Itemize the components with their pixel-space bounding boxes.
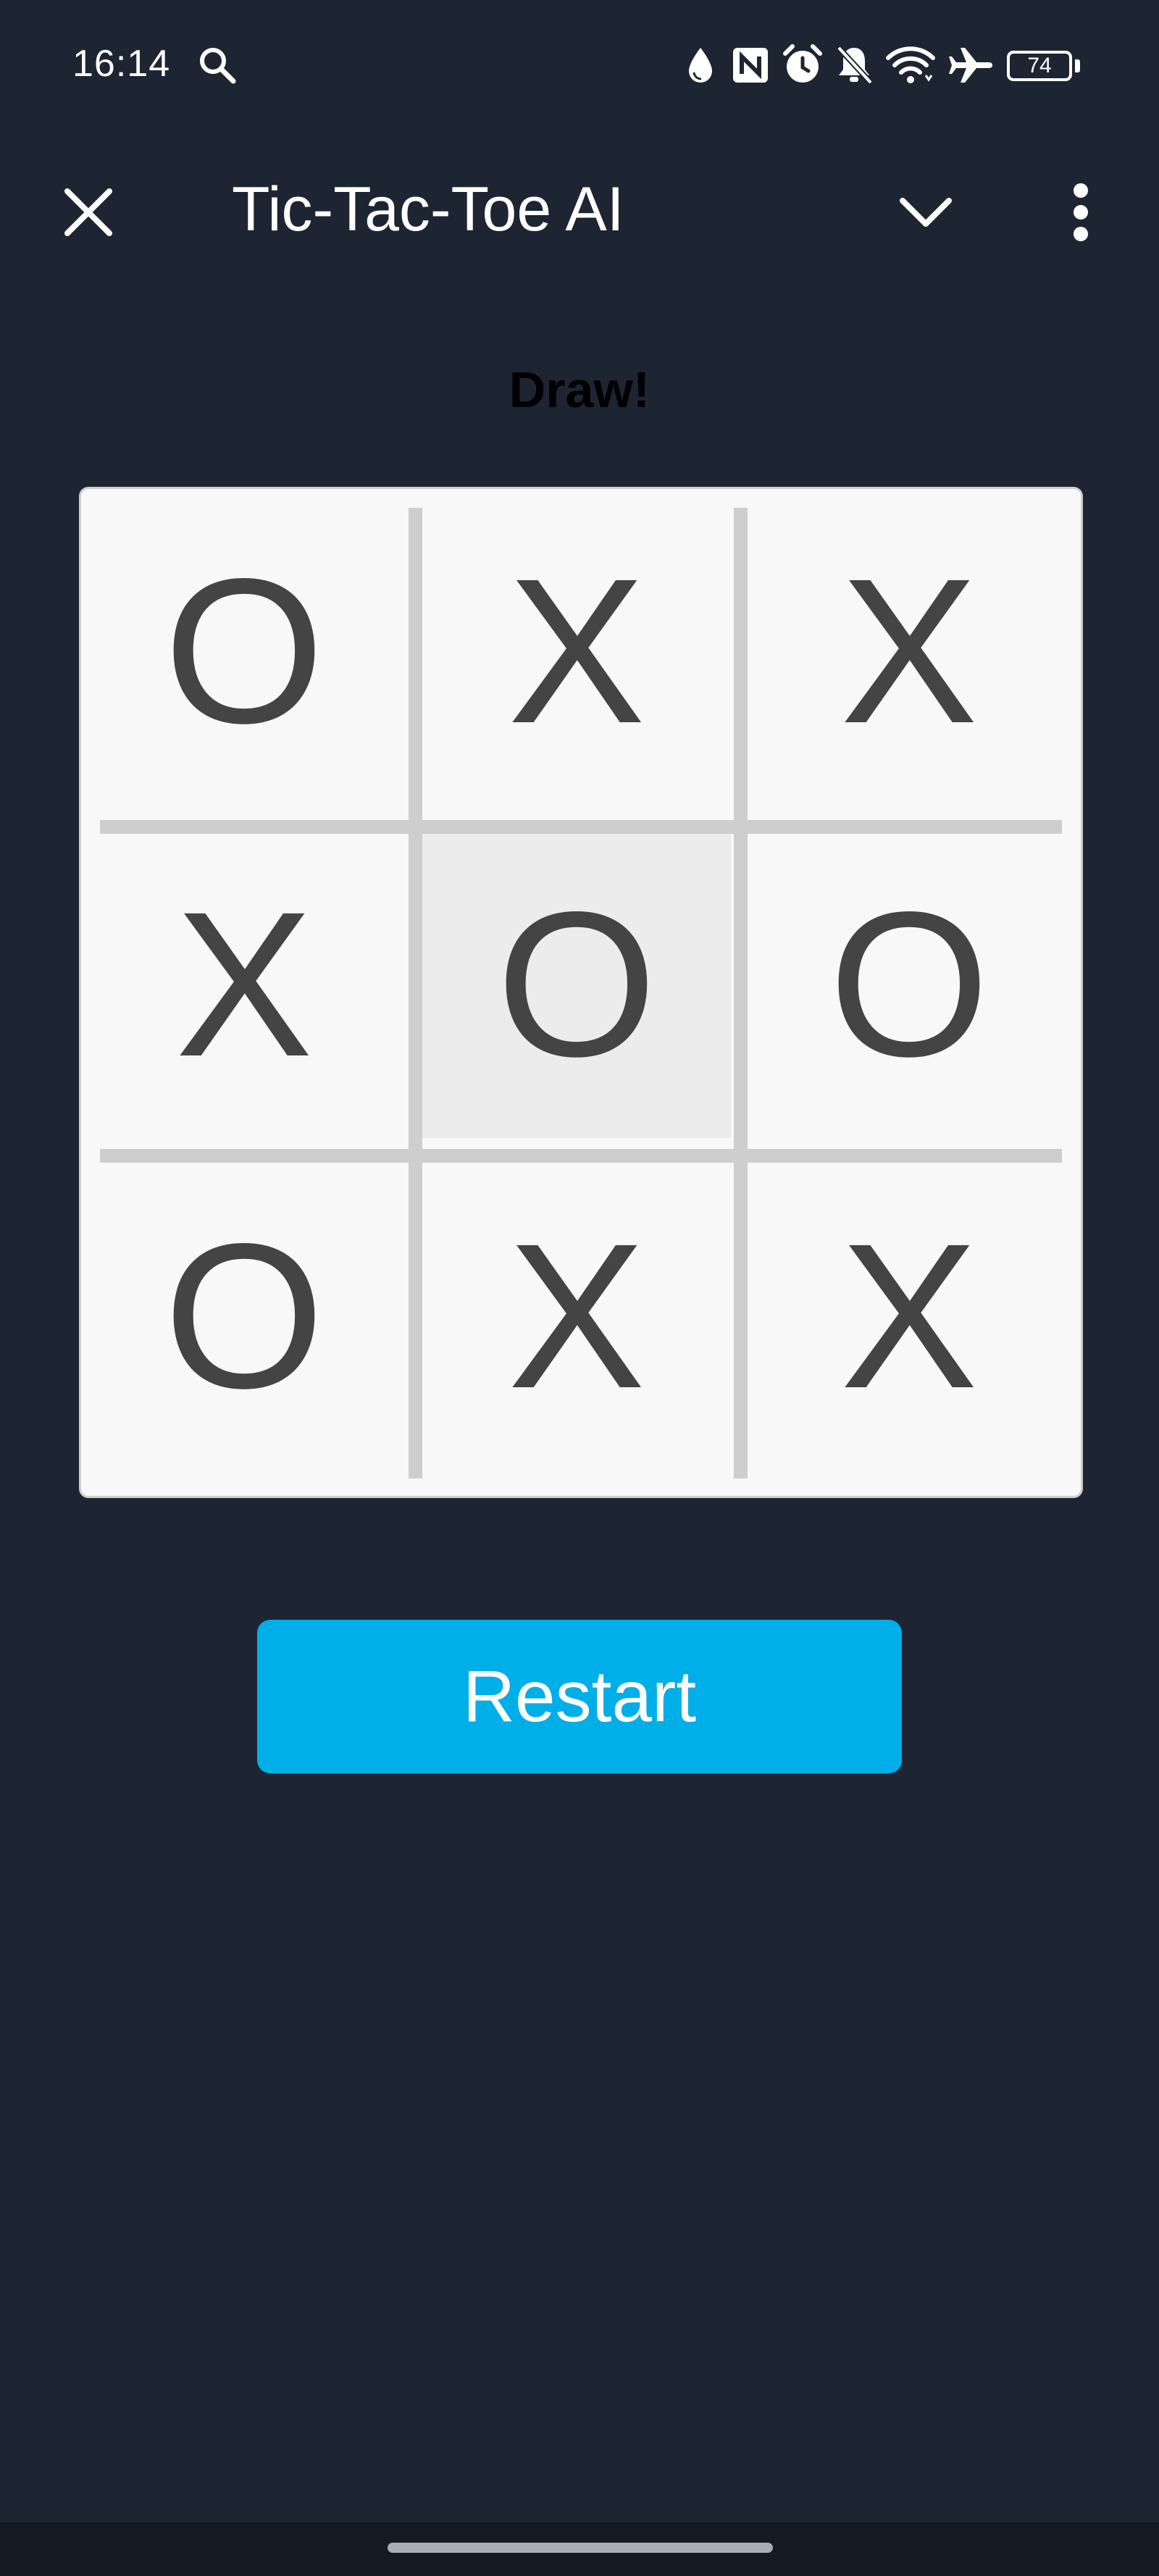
airplane-icon <box>947 45 994 89</box>
app-screen: 16:14 74 Tic-Tac-Toe AI Draw! O X X X O … <box>0 0 1159 2576</box>
grid-line-vertical <box>734 508 748 1479</box>
board-cell-5[interactable]: O <box>422 831 731 1138</box>
wifi-icon <box>885 43 936 89</box>
nfc-icon <box>732 46 769 88</box>
status-time: 16:14 <box>72 43 171 85</box>
battery-tip <box>1075 59 1080 72</box>
navigation-bar <box>0 2522 1159 2576</box>
board-cell-8[interactable]: X <box>422 1163 731 1470</box>
restart-button[interactable]: Restart <box>257 1620 902 1773</box>
app-title: Tic-Tac-Toe AI <box>232 175 624 244</box>
mute-icon <box>834 43 874 89</box>
more-options-button[interactable] <box>1045 177 1117 250</box>
close-button[interactable] <box>52 177 125 250</box>
more-vert-icon <box>1072 183 1089 245</box>
chevron-down-icon <box>898 196 953 232</box>
game-board: O X X X O O O X X <box>81 489 1081 1496</box>
board-cell-9[interactable]: X <box>755 1163 1063 1470</box>
game-status: Draw! <box>509 361 650 418</box>
search-icon <box>197 45 238 89</box>
grid-line-horizontal <box>100 820 1062 834</box>
battery-icon: 74 <box>1007 51 1072 81</box>
grid-line-vertical <box>409 508 422 1479</box>
grid-line-horizontal <box>100 1149 1062 1163</box>
water-drop-icon <box>685 45 716 89</box>
board-cell-4[interactable]: X <box>90 831 398 1138</box>
status-bar: 16:14 74 <box>0 0 1159 130</box>
alarm-icon <box>782 43 823 89</box>
home-indicator[interactable] <box>388 2543 773 2553</box>
board-cell-2[interactable]: X <box>422 498 731 805</box>
board-cell-7[interactable]: O <box>90 1163 398 1470</box>
board-cell-6[interactable]: O <box>755 831 1063 1138</box>
board-cell-1[interactable]: O <box>90 498 398 805</box>
close-icon <box>63 187 114 241</box>
board-cell-3[interactable]: X <box>755 498 1063 805</box>
collapse-button[interactable] <box>890 177 962 250</box>
app-bar: Tic-Tac-Toe AI <box>0 130 1159 290</box>
